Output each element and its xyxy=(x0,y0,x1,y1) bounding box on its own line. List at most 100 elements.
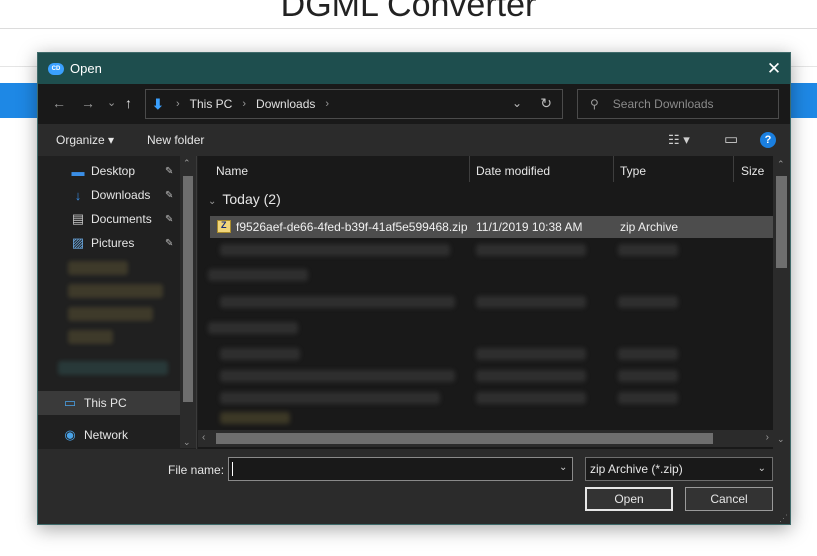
file-type-select[interactable]: zip Archive (*.zip) ⌄ xyxy=(585,457,773,481)
arrow-right-icon: → xyxy=(81,95,95,111)
recent-locations-button[interactable]: ⌄ xyxy=(107,96,116,109)
help-icon: ? xyxy=(764,134,772,146)
search-placeholder[interactable]: Search Downloads xyxy=(613,97,714,111)
scroll-right-icon[interactable]: › xyxy=(766,432,769,443)
sidebar-item-pictures[interactable]: ▨ Pictures ✎ xyxy=(38,231,195,255)
blurred-item xyxy=(476,244,586,256)
scroll-down-icon[interactable]: ⌄ xyxy=(183,437,191,448)
scroll-up-icon[interactable]: ⌃ xyxy=(183,158,191,169)
scroll-left-icon[interactable]: ‹ xyxy=(202,432,205,443)
address-dropdown-button[interactable]: ⌄ xyxy=(512,96,522,110)
horizontal-scrollbar[interactable]: ‹ › xyxy=(198,430,773,447)
download-icon: ⬇ xyxy=(152,96,164,112)
dialog-title: Open xyxy=(70,61,102,76)
close-button[interactable]: ✕ xyxy=(758,53,790,84)
file-list: Name Date modified Type Size ⌄ Today (2) … xyxy=(198,156,790,449)
sidebar-item-desktop[interactable]: ▬ Desktop ✎ xyxy=(38,159,195,183)
file-list-scrollbar[interactable]: ⌃ ⌄ xyxy=(773,156,790,449)
navigation-bar: ← → ⌄ ↑ ⬇ › This PC › Downloads › ⌄ ↻ ⚲ … xyxy=(38,84,790,124)
view-list-icon: ☷ ▾ xyxy=(668,132,690,147)
pin-icon: ✎ xyxy=(165,189,174,201)
column-separator[interactable] xyxy=(613,156,614,182)
blurred-item xyxy=(618,296,678,308)
open-button[interactable]: Open xyxy=(585,487,673,511)
blurred-item xyxy=(220,412,290,424)
blurred-item xyxy=(208,322,298,334)
scrollbar-thumb[interactable] xyxy=(776,176,787,268)
column-separator[interactable] xyxy=(733,156,734,182)
scroll-up-icon[interactable]: ⌃ xyxy=(777,159,785,170)
scrollbar-thumb[interactable] xyxy=(216,433,713,444)
search-icon: ⚲ xyxy=(590,97,599,111)
file-name-input[interactable] xyxy=(228,457,573,481)
breadcrumb-downloads[interactable]: Downloads xyxy=(256,97,315,111)
breadcrumb-separator[interactable]: › xyxy=(176,98,180,110)
network-icon: ◉ xyxy=(64,427,76,442)
search-box[interactable]: ⚲ Search Downloads xyxy=(577,89,779,119)
column-header-date[interactable]: Date modified xyxy=(476,156,550,186)
pin-icon: ✎ xyxy=(165,237,174,249)
app-icon: CD xyxy=(48,62,64,75)
preview-pane-icon: ▭ xyxy=(724,131,739,148)
text-caret xyxy=(232,462,233,476)
file-name-label: File name: xyxy=(168,463,225,477)
table-row[interactable]: f9526aef-de66-4fed-b39f-41af5e599468.zip… xyxy=(210,216,773,238)
blurred-item xyxy=(220,370,455,382)
breadcrumb-separator[interactable]: › xyxy=(242,98,246,110)
blurred-item xyxy=(58,361,168,375)
up-button[interactable]: ↑ xyxy=(125,95,132,111)
refresh-icon: ↻ xyxy=(540,95,552,111)
column-header-type[interactable]: Type xyxy=(620,156,646,186)
sidebar-item-label: Desktop xyxy=(91,164,136,178)
scroll-down-icon[interactable]: ⌄ xyxy=(777,434,785,445)
breadcrumb-this-pc[interactable]: This PC xyxy=(190,97,233,111)
sidebar-item-network[interactable]: ◉ Network xyxy=(38,423,195,446)
blurred-item xyxy=(618,392,678,404)
sidebar-item-label: Pictures xyxy=(91,236,135,250)
arrow-left-icon: ← xyxy=(52,95,66,111)
dialog-footer: File name: ⌄ zip Archive (*.zip) ⌄ Open … xyxy=(38,449,790,524)
chevron-down-icon: ⌄ xyxy=(511,96,522,110)
chevron-down-icon: ⌄ xyxy=(107,97,117,109)
help-button[interactable]: ? xyxy=(760,132,776,148)
pane-divider[interactable] xyxy=(196,156,197,449)
pin-icon: ✎ xyxy=(165,165,174,177)
new-folder-button[interactable]: New folder xyxy=(147,133,204,147)
file-name: f9526aef-de66-4fed-b39f-41af5e599468.zip xyxy=(236,220,468,234)
breadcrumb-separator[interactable]: › xyxy=(325,98,329,110)
blurred-item xyxy=(68,330,113,344)
chevron-down-icon: ⌄ xyxy=(208,196,217,207)
sidebar-item-this-pc[interactable]: ▭ This PC xyxy=(38,391,195,415)
blurred-item xyxy=(68,261,128,275)
dialog-titlebar[interactable]: CD Open ✕ xyxy=(38,53,790,84)
blurred-item xyxy=(618,370,678,382)
download-icon: ↓ xyxy=(74,187,82,203)
address-bar[interactable]: ⬇ › This PC › Downloads › ⌄ ↻ xyxy=(145,89,563,119)
preview-pane-button[interactable]: ▭ xyxy=(724,130,738,148)
blurred-item xyxy=(220,244,450,256)
group-label: Today (2) xyxy=(222,191,281,207)
scrollbar-thumb[interactable] xyxy=(183,176,193,402)
blurred-item xyxy=(208,269,308,281)
blurred-item xyxy=(68,284,163,298)
column-header-name[interactable]: Name xyxy=(216,156,248,186)
blurred-item xyxy=(476,348,586,360)
organize-menu[interactable]: Organize ▾ xyxy=(56,133,114,147)
computer-icon: ▭ xyxy=(63,395,77,410)
column-header-size[interactable]: Size xyxy=(741,156,764,186)
page-title: DGML Converter xyxy=(280,0,537,24)
sidebar-item-documents[interactable]: ▤ Documents ✎ xyxy=(38,207,195,231)
cancel-button[interactable]: Cancel xyxy=(685,487,773,511)
back-button[interactable]: ← xyxy=(52,95,66,111)
group-header-today[interactable]: ⌄ Today (2) xyxy=(208,191,281,207)
resize-grip-icon[interactable]: ⋰ xyxy=(779,513,788,524)
sidebar-item-downloads[interactable]: ↓ Downloads ✎ xyxy=(38,183,195,207)
sidebar-scrollbar[interactable]: ⌃ ⌄ xyxy=(180,156,196,448)
forward-button[interactable]: → xyxy=(81,95,95,111)
column-separator[interactable] xyxy=(469,156,470,182)
refresh-button[interactable]: ↻ xyxy=(540,95,552,112)
blurred-item xyxy=(220,296,455,308)
view-options-button[interactable]: ☷ ▾ xyxy=(668,132,690,148)
file-name-dropdown-button[interactable]: ⌄ xyxy=(559,462,567,473)
navigation-pane: ▬ Desktop ✎ ↓ Downloads ✎ ▤ Documents ✎ … xyxy=(38,156,195,446)
